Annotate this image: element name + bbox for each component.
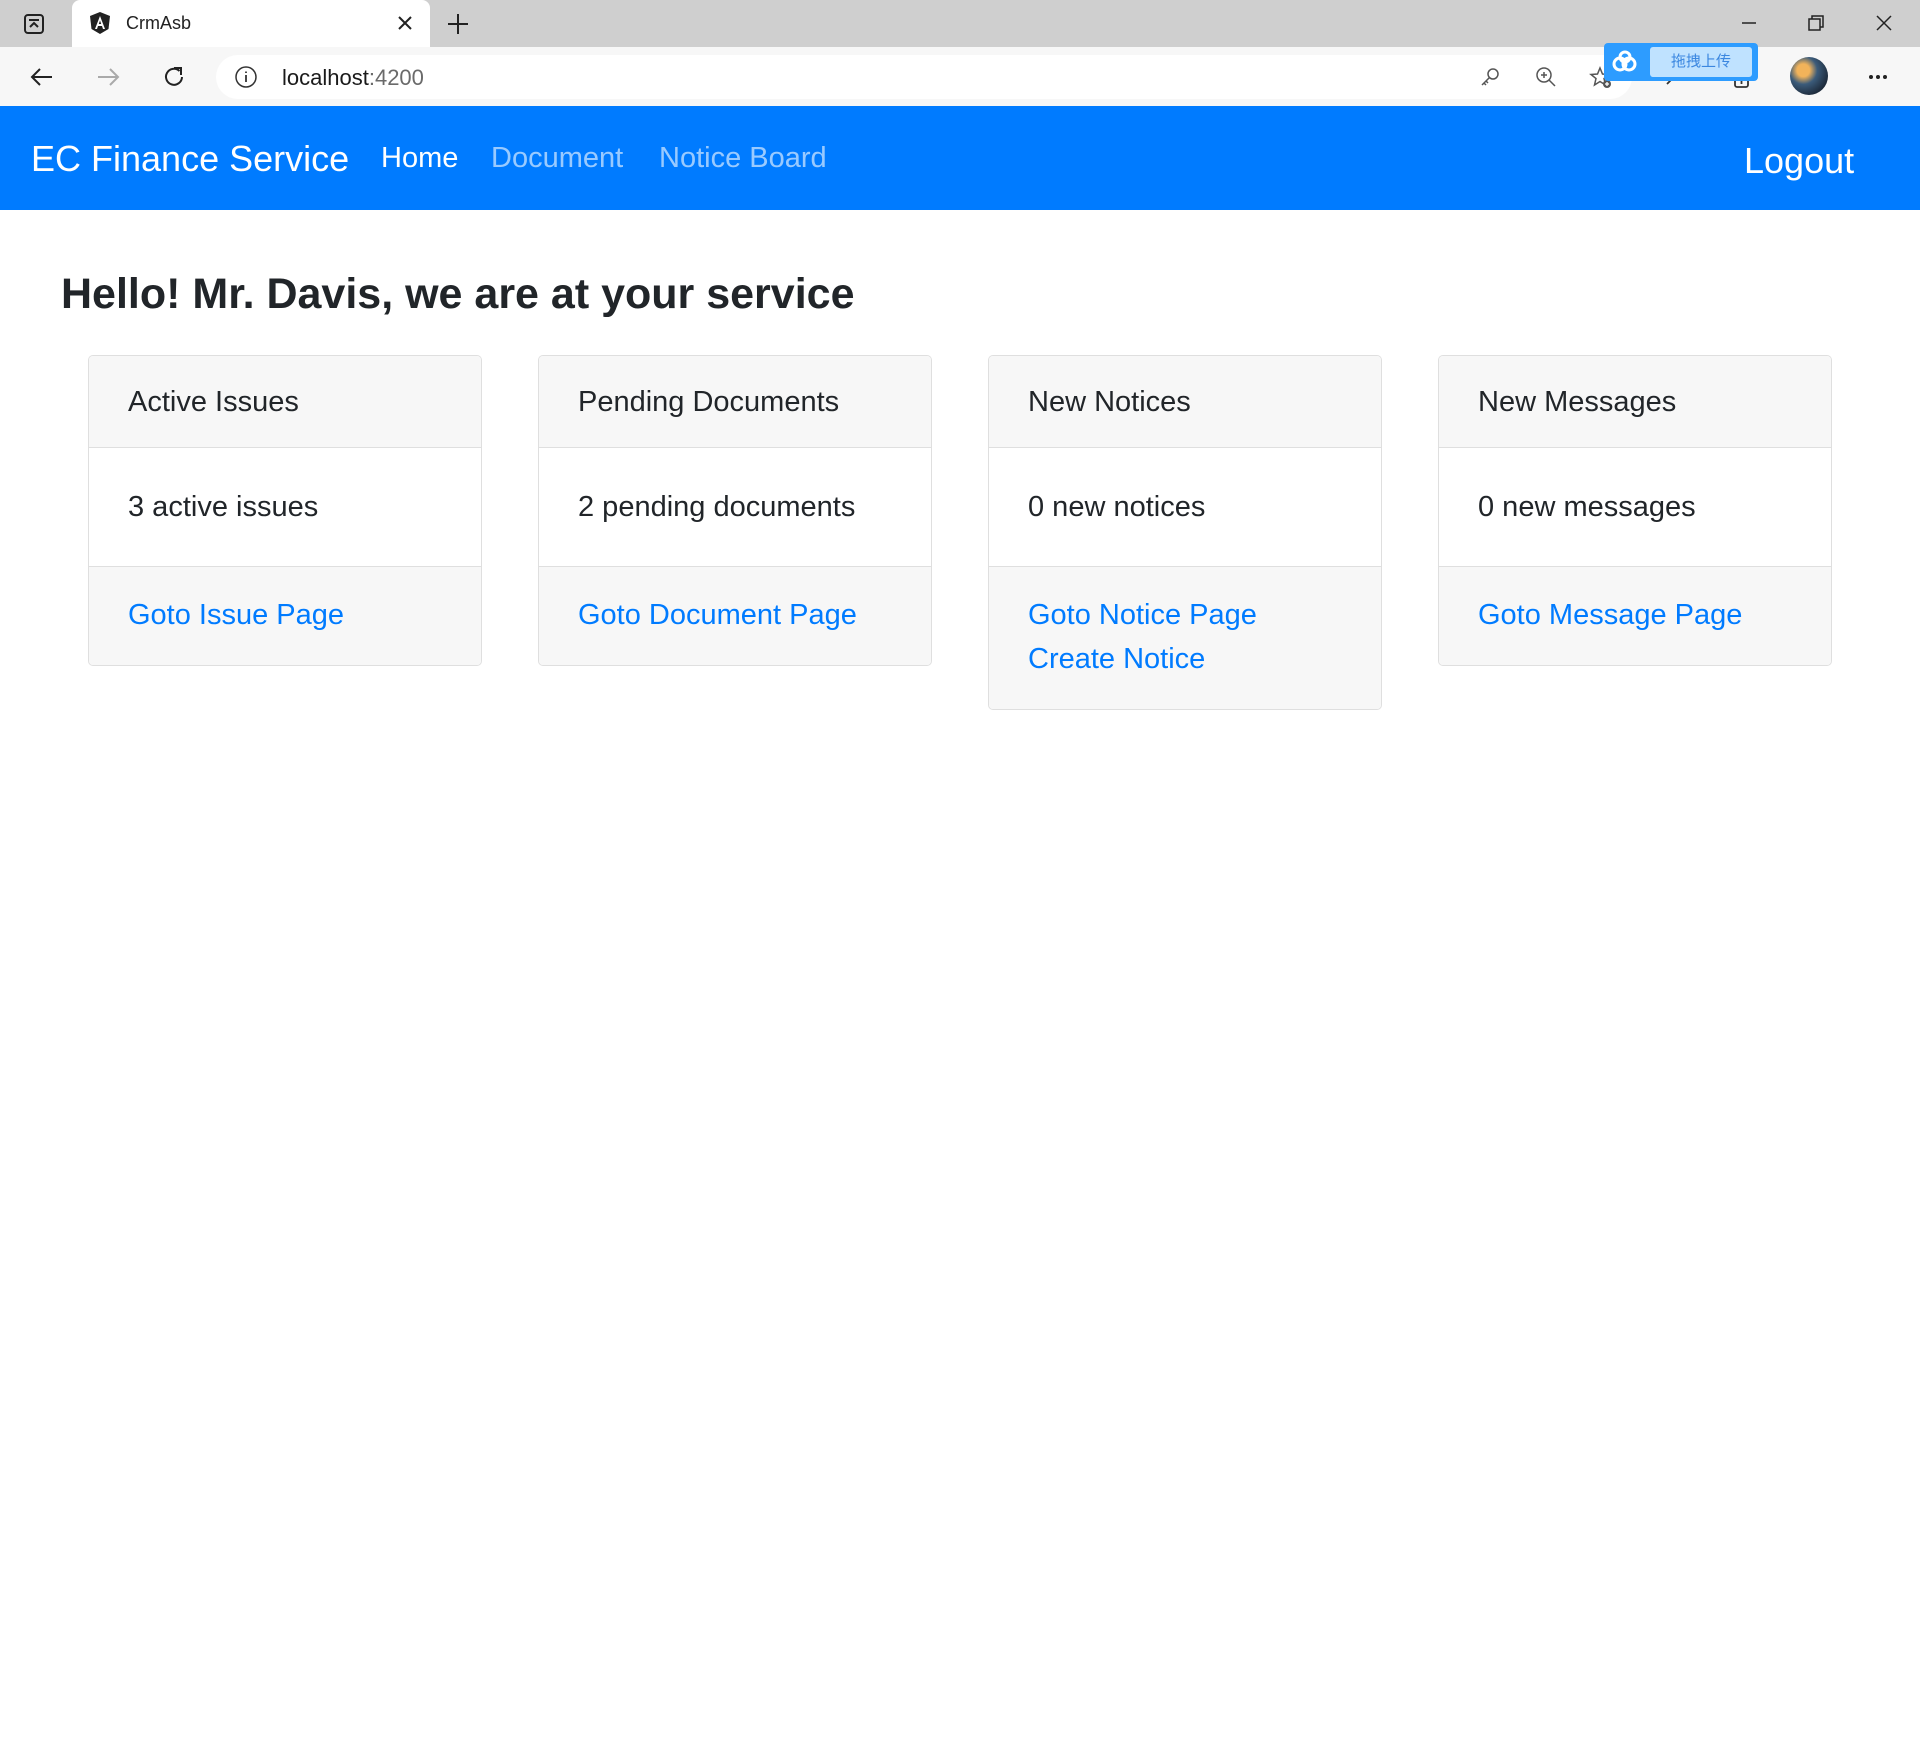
tab-title: CrmAsb bbox=[126, 13, 192, 33]
app-navbar: EC Finance Service Home Document Notice … bbox=[0, 106, 1920, 210]
tab-actions-icon[interactable] bbox=[20, 10, 48, 38]
card-footer: Goto Document Page bbox=[539, 567, 931, 665]
nav-home-link[interactable]: Home bbox=[381, 142, 458, 175]
restore-icon[interactable] bbox=[1801, 8, 1831, 38]
card-header: Active Issues bbox=[89, 356, 481, 448]
nav-document-link[interactable]: Document bbox=[491, 142, 623, 175]
brand-link[interactable]: EC Finance Service bbox=[31, 138, 349, 180]
greeting-heading: Hello! Mr. Davis, we are at your service bbox=[61, 270, 855, 318]
card-header: Pending Documents bbox=[539, 356, 931, 448]
url-host: localhost bbox=[282, 65, 369, 90]
card-header: New Notices bbox=[989, 356, 1381, 448]
url-text: localhost:4200 bbox=[282, 65, 424, 91]
more-options-icon[interactable] bbox=[1862, 61, 1894, 93]
card-footer: Goto Message Page bbox=[1439, 567, 1831, 665]
card-body: 0 new notices bbox=[989, 448, 1381, 567]
browser-tab-bar: CrmAsb bbox=[0, 0, 1920, 47]
key-icon[interactable] bbox=[1478, 65, 1502, 89]
goto-notice-page-link[interactable]: Goto Notice Page bbox=[1028, 593, 1381, 637]
active-issues-card: Active Issues 3 active issues Goto Issue… bbox=[88, 355, 482, 666]
card-body: 2 pending documents bbox=[539, 448, 931, 567]
url-port: :4200 bbox=[368, 65, 424, 90]
new-messages-card: New Messages 0 new messages Goto Message… bbox=[1438, 355, 1832, 666]
forward-icon[interactable] bbox=[92, 61, 124, 93]
minimize-icon[interactable] bbox=[1734, 8, 1764, 38]
zoom-icon[interactable] bbox=[1534, 65, 1558, 89]
profile-avatar[interactable] bbox=[1790, 57, 1828, 95]
pending-documents-card: Pending Documents 2 pending documents Go… bbox=[538, 355, 932, 666]
goto-document-page-link[interactable]: Goto Document Page bbox=[578, 593, 931, 637]
goto-message-page-link[interactable]: Goto Message Page bbox=[1478, 593, 1831, 637]
card-footer: Goto Issue Page bbox=[89, 567, 481, 665]
upload-extension-button[interactable]: 拖拽上传 bbox=[1604, 43, 1758, 81]
address-bar[interactable]: localhost:4200 bbox=[216, 55, 1632, 99]
new-tab-icon[interactable] bbox=[444, 10, 472, 38]
card-footer: Goto Notice Page Create Notice bbox=[989, 567, 1381, 709]
card-header: New Messages bbox=[1439, 356, 1831, 448]
upload-extension-label: 拖拽上传 bbox=[1650, 47, 1752, 77]
angular-favicon-icon bbox=[88, 11, 112, 35]
goto-issue-page-link[interactable]: Goto Issue Page bbox=[128, 593, 481, 637]
window-close-icon[interactable] bbox=[1869, 8, 1899, 38]
back-icon[interactable] bbox=[26, 61, 58, 93]
reload-icon[interactable] bbox=[158, 61, 190, 93]
nav-notice-board-link[interactable]: Notice Board bbox=[659, 142, 827, 175]
logout-link[interactable]: Logout bbox=[1744, 140, 1854, 182]
card-body: 3 active issues bbox=[89, 448, 481, 567]
cloud-icon bbox=[1610, 49, 1640, 75]
card-body: 0 new messages bbox=[1439, 448, 1831, 567]
create-notice-link[interactable]: Create Notice bbox=[1028, 637, 1381, 681]
tab-close-icon[interactable] bbox=[394, 12, 416, 34]
site-info-icon[interactable] bbox=[234, 65, 258, 89]
new-notices-card: New Notices 0 new notices Goto Notice Pa… bbox=[988, 355, 1382, 710]
browser-tab[interactable]: CrmAsb bbox=[72, 0, 430, 47]
